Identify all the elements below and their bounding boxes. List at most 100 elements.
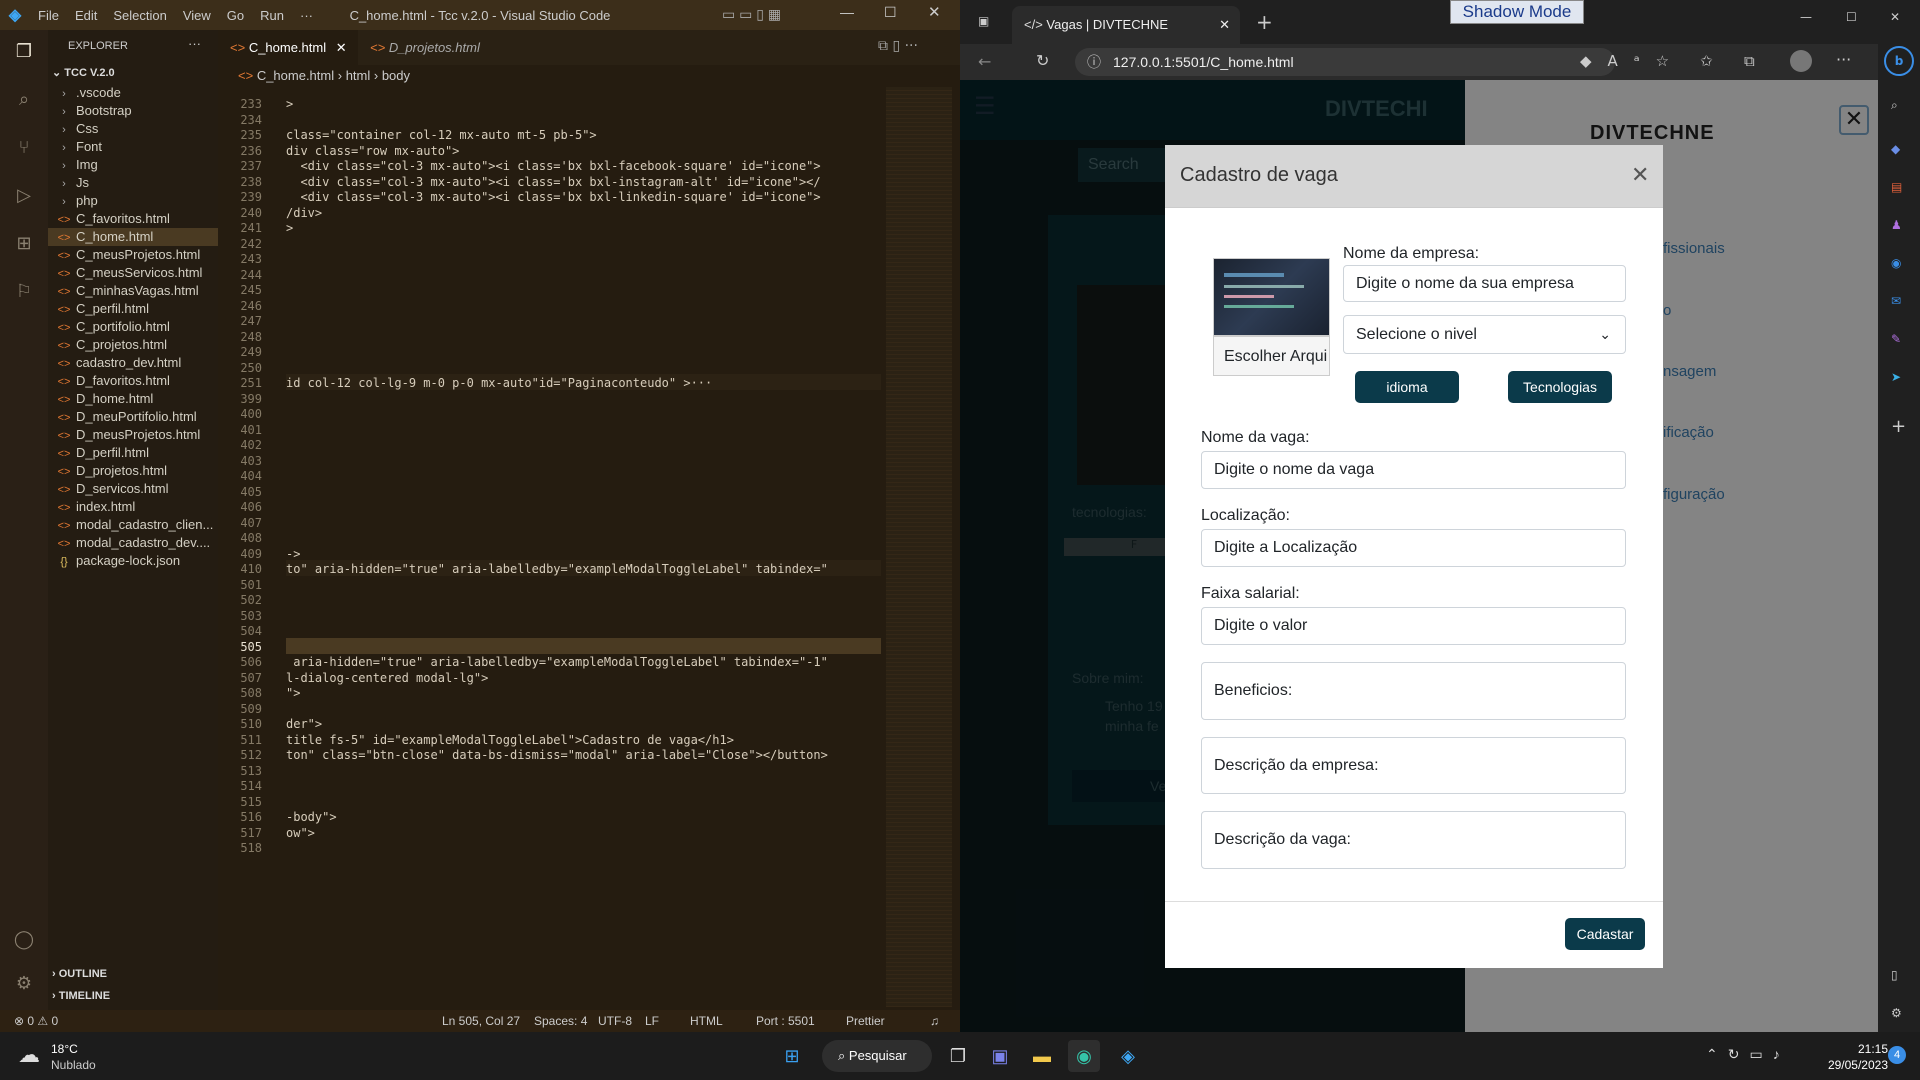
notification-badge[interactable]: 4	[1888, 1046, 1906, 1064]
menu-run[interactable]: Run	[252, 8, 292, 23]
sidebar-tag-icon[interactable]: ◆	[1891, 142, 1900, 156]
idioma-button[interactable]: idioma	[1355, 371, 1459, 403]
menu-selection[interactable]: Selection	[105, 8, 174, 23]
tab-c-home[interactable]: <> C_home.html ✕	[218, 30, 358, 65]
close-button[interactable]: ✕	[928, 3, 941, 21]
extensions-icon[interactable]: ⊞	[12, 232, 36, 256]
salary-input[interactable]: Digite o valor	[1201, 607, 1626, 645]
level-select[interactable]: Selecione o nivel ⌄	[1343, 315, 1626, 354]
close-button[interactable]: ✕	[1890, 10, 1900, 24]
minimize-button[interactable]: —	[840, 4, 854, 20]
account-icon[interactable]: ◯	[12, 928, 36, 952]
explorer-icon[interactable]: ❐	[12, 40, 36, 64]
tree-file[interactable]: <> D_meuPortifolio.html	[48, 408, 218, 426]
refresh-icon[interactable]: ↻	[1036, 51, 1049, 70]
explorer-more-button[interactable]: ···	[188, 36, 201, 51]
run-debug-icon[interactable]: ▷	[12, 184, 36, 208]
tree-file[interactable]: <> C_projetos.html	[48, 336, 218, 354]
tree-folder[interactable]: › .vscode	[48, 84, 218, 102]
split-editor-icon[interactable]: ⧉ ▯ ···	[878, 38, 918, 54]
indent-setting[interactable]: Spaces: 4	[534, 1010, 587, 1032]
tree-file[interactable]: <> C_perfil.html	[48, 300, 218, 318]
tree-folder[interactable]: › Css	[48, 120, 218, 138]
tree-file[interactable]: <> cadastro_dev.html	[48, 354, 218, 372]
more-menu-icon[interactable]: ···	[1836, 50, 1851, 69]
tree-file[interactable]: <> D_home.html	[48, 390, 218, 408]
choose-file-button[interactable]: Escolher Arqui	[1213, 336, 1330, 376]
live-server-port[interactable]: Port : 5501	[756, 1010, 815, 1032]
location-input[interactable]: Digite a Localização	[1201, 529, 1626, 567]
minimap[interactable]	[886, 87, 952, 1007]
tree-file[interactable]: <> modal_cadastro_dev....	[48, 534, 218, 552]
sidebar-settings-icon[interactable]: ⚙	[1891, 1006, 1902, 1020]
job-name-input[interactable]: Digite o nome da vaga	[1201, 451, 1626, 489]
tree-file[interactable]: <> C_favoritos.html	[48, 210, 218, 228]
search-icon[interactable]: ⌕	[12, 88, 36, 112]
tree-folder[interactable]: › Font	[48, 138, 218, 156]
sidebar-send-icon[interactable]: ➤	[1891, 370, 1901, 384]
tree-folder[interactable]: › Bootstrap	[48, 102, 218, 120]
tree-file[interactable]: <> D_servicos.html	[48, 480, 218, 498]
breadcrumb-file[interactable]: C_home.html	[257, 68, 334, 83]
tree-file[interactable]: <> modal_cadastro_clien...	[48, 516, 218, 534]
tree-file[interactable]: <> index.html	[48, 498, 218, 516]
menu-go[interactable]: Go	[219, 8, 252, 23]
project-root[interactable]: ⌄ TCC V.2.0	[52, 66, 115, 79]
sidebar-add-icon[interactable]: +	[1891, 416, 1906, 437]
sidebar-layout-icon[interactable]: ▯	[1891, 968, 1898, 982]
tree-file[interactable]: <> C_home.html	[48, 228, 218, 246]
tab-actions-icon[interactable]: ▣	[978, 14, 989, 28]
sidebar-outlook-icon[interactable]: ✉	[1891, 294, 1901, 308]
tree-file[interactable]: <> C_meusServicos.html	[48, 264, 218, 282]
task-view-icon[interactable]: ❐	[942, 1040, 974, 1072]
benefits-textarea[interactable]: Beneficios:	[1201, 662, 1626, 720]
new-tab-button[interactable]: +	[1256, 10, 1273, 34]
profile-avatar[interactable]	[1790, 50, 1812, 72]
tree-file[interactable]: <> C_portifolio.html	[48, 318, 218, 336]
sidebar-designer-icon[interactable]: ✎	[1891, 332, 1901, 346]
cadastrar-button[interactable]: Cadastar	[1565, 918, 1645, 950]
prettier-status[interactable]: Prettier	[846, 1010, 885, 1032]
outline-section[interactable]: › OUTLINE	[52, 968, 107, 980]
bookmark-icon[interactable]: ⚐	[12, 280, 36, 304]
file-explorer-icon[interactable]: ▬	[1026, 1040, 1058, 1072]
vscode-taskbar-icon[interactable]: ◈	[1112, 1040, 1144, 1072]
sidebar-search-icon[interactable]: ⌕	[1891, 98, 1898, 113]
settings-gear-icon[interactable]: ⚙	[12, 972, 36, 996]
menu-edit[interactable]: Edit	[67, 8, 105, 23]
tree-folder[interactable]: › php	[48, 192, 218, 210]
bell-icon[interactable]: ♫	[930, 1010, 939, 1032]
collections-icon[interactable]: ⧉	[1744, 52, 1755, 70]
problems-indicator[interactable]: ⊗ 0 ⚠ 0	[14, 1010, 58, 1032]
browser-tab[interactable]: </> Vagas | DIVTECHNE ✕	[1012, 6, 1240, 44]
address-bar[interactable]: ⓘ 127.0.0.1:5501/C_home.html	[1075, 48, 1615, 76]
close-tab-icon[interactable]: ✕	[336, 40, 347, 55]
favorites-icon[interactable]: ✩	[1700, 52, 1713, 70]
source-control-icon[interactable]: ⑂	[12, 136, 36, 160]
sidebar-games-icon[interactable]: ♟	[1891, 218, 1902, 232]
start-windows-icon[interactable]: ⊞	[776, 1040, 808, 1072]
company-name-input[interactable]: Digite o nome da sua empresa	[1343, 265, 1626, 302]
tab-d-projetos[interactable]: <> D_projetos.html	[358, 30, 488, 65]
encoding[interactable]: UTF-8	[598, 1010, 632, 1032]
tree-file[interactable]: <> D_favoritos.html	[48, 372, 218, 390]
menu-more[interactable]: ···	[292, 8, 321, 23]
tree-file[interactable]: {} package-lock.json	[48, 552, 218, 570]
language-mode[interactable]: HTML	[690, 1010, 723, 1032]
tree-folder[interactable]: › Js	[48, 174, 218, 192]
toolbar-icons[interactable]: ◆Aᵃ☆	[1580, 52, 1685, 70]
tecnologias-button[interactable]: Tecnologias	[1508, 371, 1612, 403]
eol[interactable]: LF	[645, 1010, 659, 1032]
tree-file[interactable]: <> D_meusProjetos.html	[48, 426, 218, 444]
tray-icons[interactable]: ⌃↻▭♪	[1706, 1046, 1790, 1063]
timeline-section[interactable]: › TIMELINE	[52, 990, 110, 1002]
maximize-button[interactable]: ☐	[1846, 10, 1857, 24]
weather-cloud-icon[interactable]: ☁	[18, 1042, 40, 1068]
breadcrumb-body[interactable]: body	[382, 68, 410, 83]
taskbar-search[interactable]: ⌕ Pesquisar	[822, 1040, 932, 1072]
sidebar-tools-icon[interactable]: ▤	[1891, 180, 1902, 194]
job-description-textarea[interactable]: Descrição da vaga:	[1201, 811, 1626, 869]
clock-time[interactable]: 21:15	[1846, 1042, 1888, 1056]
tree-file[interactable]: <> C_minhasVagas.html	[48, 282, 218, 300]
menu-file[interactable]: File	[30, 8, 67, 23]
